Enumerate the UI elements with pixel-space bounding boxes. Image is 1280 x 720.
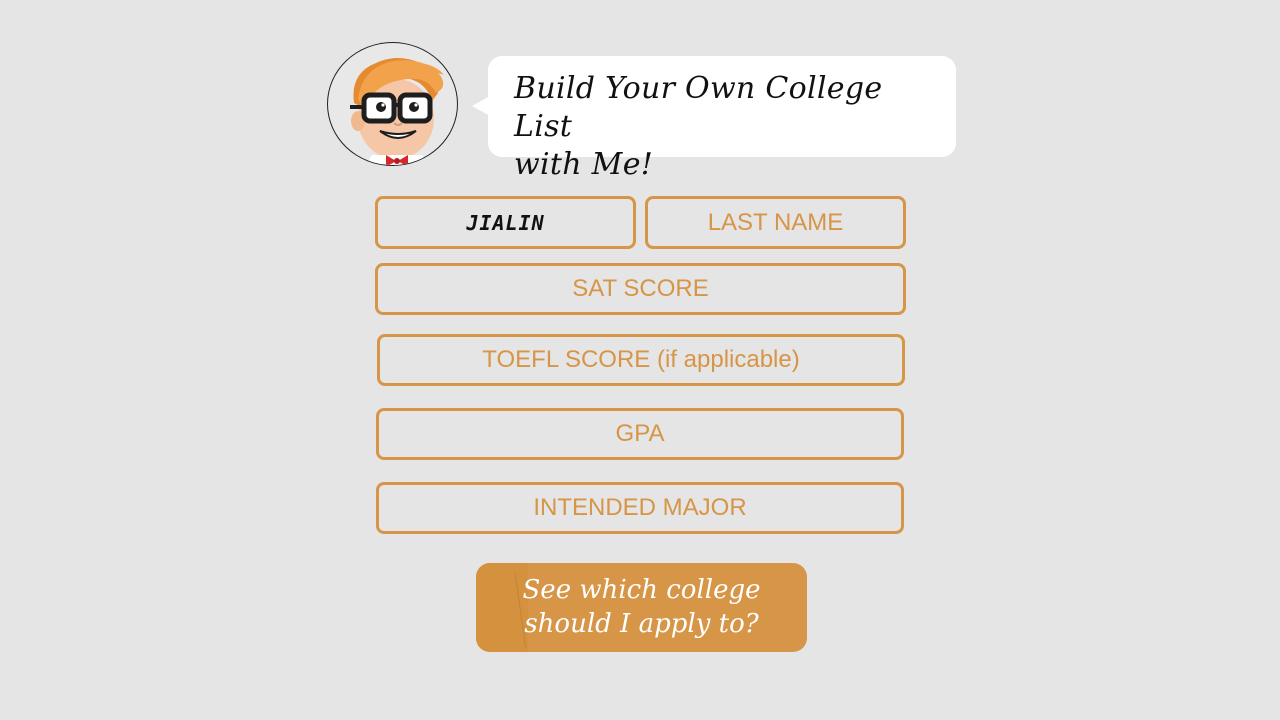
toefl-score-field[interactable]: TOEFL SCORE (if applicable) xyxy=(377,334,905,386)
see-colleges-label: See which college should I apply to? xyxy=(476,573,807,641)
first-name-value: JIALIN xyxy=(466,210,545,235)
toefl-score-placeholder: TOEFL SCORE (if applicable) xyxy=(482,346,800,373)
speech-text: Build Your Own College List with Me! xyxy=(514,70,934,184)
speech-bubble: Build Your Own College List with Me! xyxy=(488,56,956,182)
intended-major-placeholder: INTENDED MAJOR xyxy=(533,494,747,521)
speech-line-1: Build Your Own College List xyxy=(514,71,883,144)
last-name-placeholder: LAST NAME xyxy=(707,208,844,236)
sat-score-placeholder: SAT SCORE xyxy=(572,275,709,302)
college-list-builder: Build Your Own College List with Me! JIA… xyxy=(0,0,1280,720)
speech-line-2: with Me! xyxy=(514,147,654,182)
nerd-mascot-avatar-icon xyxy=(327,42,458,166)
gpa-field[interactable]: GPA xyxy=(376,408,904,460)
intended-major-field[interactable]: INTENDED MAJOR xyxy=(376,482,904,534)
button-line-1: See which college xyxy=(522,575,761,605)
last-name-field[interactable]: LAST NAME xyxy=(645,196,906,249)
first-name-field[interactable]: JIALIN xyxy=(375,196,636,249)
sat-score-field[interactable]: SAT SCORE xyxy=(375,263,906,315)
see-colleges-button[interactable]: See which college should I apply to? xyxy=(476,563,807,652)
button-line-2: should I apply to? xyxy=(524,609,759,639)
gpa-placeholder: GPA xyxy=(615,420,665,447)
